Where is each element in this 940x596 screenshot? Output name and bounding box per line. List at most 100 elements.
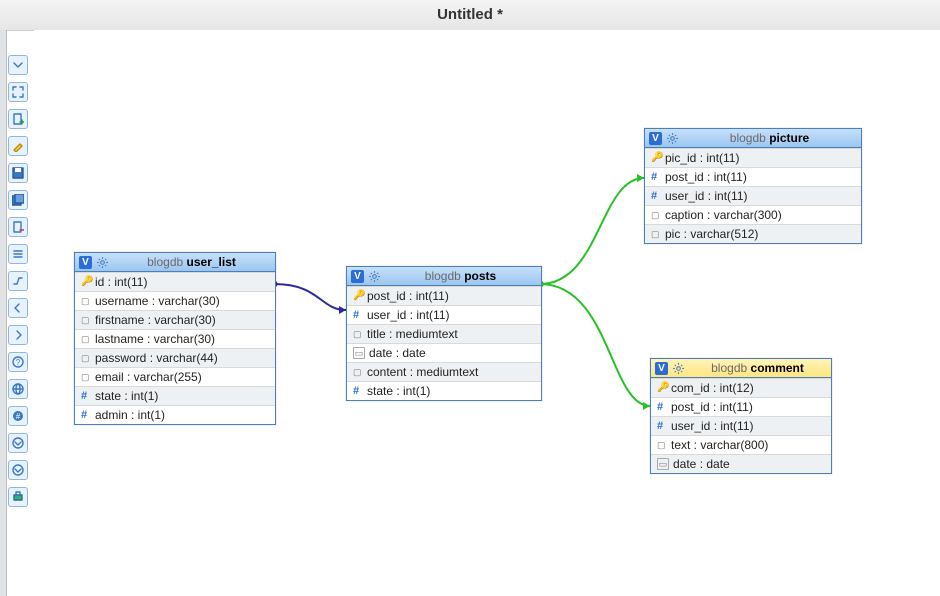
column-def: text : varchar(800) — [671, 438, 768, 452]
document-title: Untitled * — [437, 6, 503, 23]
column-row[interactable]: 🔑id : int(11) — [75, 272, 275, 291]
nav-left-icon[interactable] — [8, 298, 28, 318]
column-row[interactable]: ▭ date : date — [347, 343, 541, 362]
globe-icon[interactable] — [8, 379, 28, 399]
column-row[interactable]: ▢pic : varchar(512) — [645, 224, 861, 243]
column-row[interactable]: #user_id : int(11) — [645, 186, 861, 205]
save-icon[interactable] — [8, 163, 28, 183]
key-icon: 🔑 — [353, 291, 363, 301]
delete-page-icon[interactable] — [8, 217, 28, 237]
edit-icon[interactable] — [8, 136, 28, 156]
collapse-icon[interactable] — [8, 55, 28, 75]
text-icon: ▢ — [81, 372, 91, 382]
column-def: admin : int(1) — [95, 408, 165, 422]
date-icon: ▭ — [353, 347, 365, 359]
column-row[interactable]: 🔑 com_id : int(12) — [651, 378, 831, 397]
table-header[interactable]: V blogdb user_list — [75, 253, 275, 272]
number-icon: # — [657, 402, 667, 412]
text-icon: ▢ — [81, 353, 91, 363]
column-row[interactable]: # state : int(1) — [75, 386, 275, 405]
text-icon: ▢ — [353, 329, 363, 339]
gear-icon[interactable] — [96, 256, 108, 268]
column-row[interactable]: # state : int(1) — [347, 381, 541, 400]
table-header[interactable]: V blogdb posts — [347, 267, 541, 286]
column-def: lastname : varchar(30) — [95, 332, 215, 346]
gear-icon[interactable] — [368, 270, 380, 282]
print-icon[interactable] — [8, 487, 28, 507]
table-header[interactable]: V blogdb picture — [645, 129, 861, 148]
column-def: user_id : int(11) — [671, 419, 753, 433]
number-icon: # — [81, 410, 91, 420]
column-def: post_id : int(11) — [671, 400, 753, 414]
column-row[interactable]: ▢password : varchar(44) — [75, 348, 275, 367]
column-row[interactable]: ▭date : date — [651, 454, 831, 473]
column-def: content : mediumtext — [367, 365, 478, 379]
column-row[interactable]: # user_id : int(11) — [651, 416, 831, 435]
column-def: post_id : int(11) — [665, 170, 747, 184]
new-page-icon[interactable] — [8, 109, 28, 129]
column-def: state : int(1) — [367, 384, 430, 398]
nav-right-icon[interactable] — [8, 325, 28, 345]
view-icon[interactable]: V — [649, 132, 662, 145]
column-def: post_id : int(11) — [367, 289, 449, 303]
down2-icon[interactable] — [8, 460, 28, 480]
number-icon: # — [651, 191, 661, 201]
key-icon: 🔑 — [651, 153, 661, 163]
view-icon[interactable]: V — [351, 270, 364, 283]
view-icon[interactable]: V — [79, 256, 92, 269]
diagram-canvas[interactable]: V blogdb user_list 🔑id : int(11)▢usernam… — [34, 30, 940, 596]
key-icon: 🔑 — [657, 383, 667, 393]
toolbar: ?# — [8, 55, 30, 514]
gear-icon[interactable] — [672, 362, 684, 374]
column-row[interactable]: # post_id : int(11) — [645, 167, 861, 186]
down1-icon[interactable] — [8, 433, 28, 453]
column-def: user_id : int(11) — [367, 308, 449, 322]
column-def: username : varchar(30) — [95, 294, 220, 308]
save-as-icon[interactable] — [8, 190, 28, 210]
column-row[interactable]: ▢ email : varchar(255) — [75, 367, 275, 386]
date-icon: ▭ — [657, 458, 669, 470]
table-posts[interactable]: V blogdb posts 🔑post_id : int(11)#user_i… — [346, 266, 542, 401]
title-bar: Untitled * — [0, 0, 940, 31]
view-icon[interactable]: V — [655, 362, 668, 375]
column-def: state : int(1) — [95, 389, 158, 403]
table-user_list[interactable]: V blogdb user_list 🔑id : int(11)▢usernam… — [74, 252, 276, 425]
column-def: com_id : int(12) — [671, 381, 754, 395]
column-row[interactable]: # admin : int(1) — [75, 405, 275, 424]
relation-icon[interactable] — [8, 271, 28, 291]
column-row[interactable]: ▢ title : mediumtext — [347, 324, 541, 343]
table-title: blogdb posts — [384, 269, 537, 283]
table-comment[interactable]: V blogdb comment 🔑 com_id : int(12) # post_… — [650, 358, 832, 474]
text-icon: ▢ — [81, 334, 91, 344]
list-icon[interactable] — [8, 244, 28, 264]
table-picture[interactable]: V blogdb picture 🔑 pic_id : int(11) # post_… — [644, 128, 862, 244]
column-row[interactable]: ▢ text : varchar(800) — [651, 435, 831, 454]
column-row[interactable]: 🔑 pic_id : int(11) — [645, 148, 861, 167]
column-row[interactable]: #user_id : int(11) — [347, 305, 541, 324]
key-icon: 🔑 — [81, 277, 91, 287]
column-row[interactable]: # post_id : int(11) — [651, 397, 831, 416]
column-def: date : date — [369, 346, 426, 360]
column-row[interactable]: ▢ lastname : varchar(30) — [75, 329, 275, 348]
help-icon[interactable]: ? — [8, 352, 28, 372]
table-title: blogdb picture — [682, 131, 857, 145]
column-row[interactable]: 🔑 post_id : int(11) — [347, 286, 541, 305]
number-icon: # — [353, 386, 363, 396]
number-icon: # — [657, 421, 667, 431]
number-icon: # — [81, 391, 91, 401]
column-row[interactable]: ▢firstname : varchar(30) — [75, 310, 275, 329]
table-header[interactable]: V blogdb comment — [651, 359, 831, 378]
text-icon: ▢ — [657, 440, 667, 450]
svg-text:#: # — [16, 412, 21, 421]
column-def: title : mediumtext — [367, 327, 458, 341]
column-def: email : varchar(255) — [95, 370, 202, 384]
svg-text:?: ? — [16, 358, 21, 367]
column-row[interactable]: ▢username : varchar(30) — [75, 291, 275, 310]
column-row[interactable]: ▢content : mediumtext — [347, 362, 541, 381]
hash-icon[interactable]: # — [8, 406, 28, 426]
gear-icon[interactable] — [666, 132, 678, 144]
number-icon: # — [651, 172, 661, 182]
expand-icon[interactable] — [8, 82, 28, 102]
column-row[interactable]: ▢caption : varchar(300) — [645, 205, 861, 224]
column-def: pic_id : int(11) — [665, 151, 739, 165]
